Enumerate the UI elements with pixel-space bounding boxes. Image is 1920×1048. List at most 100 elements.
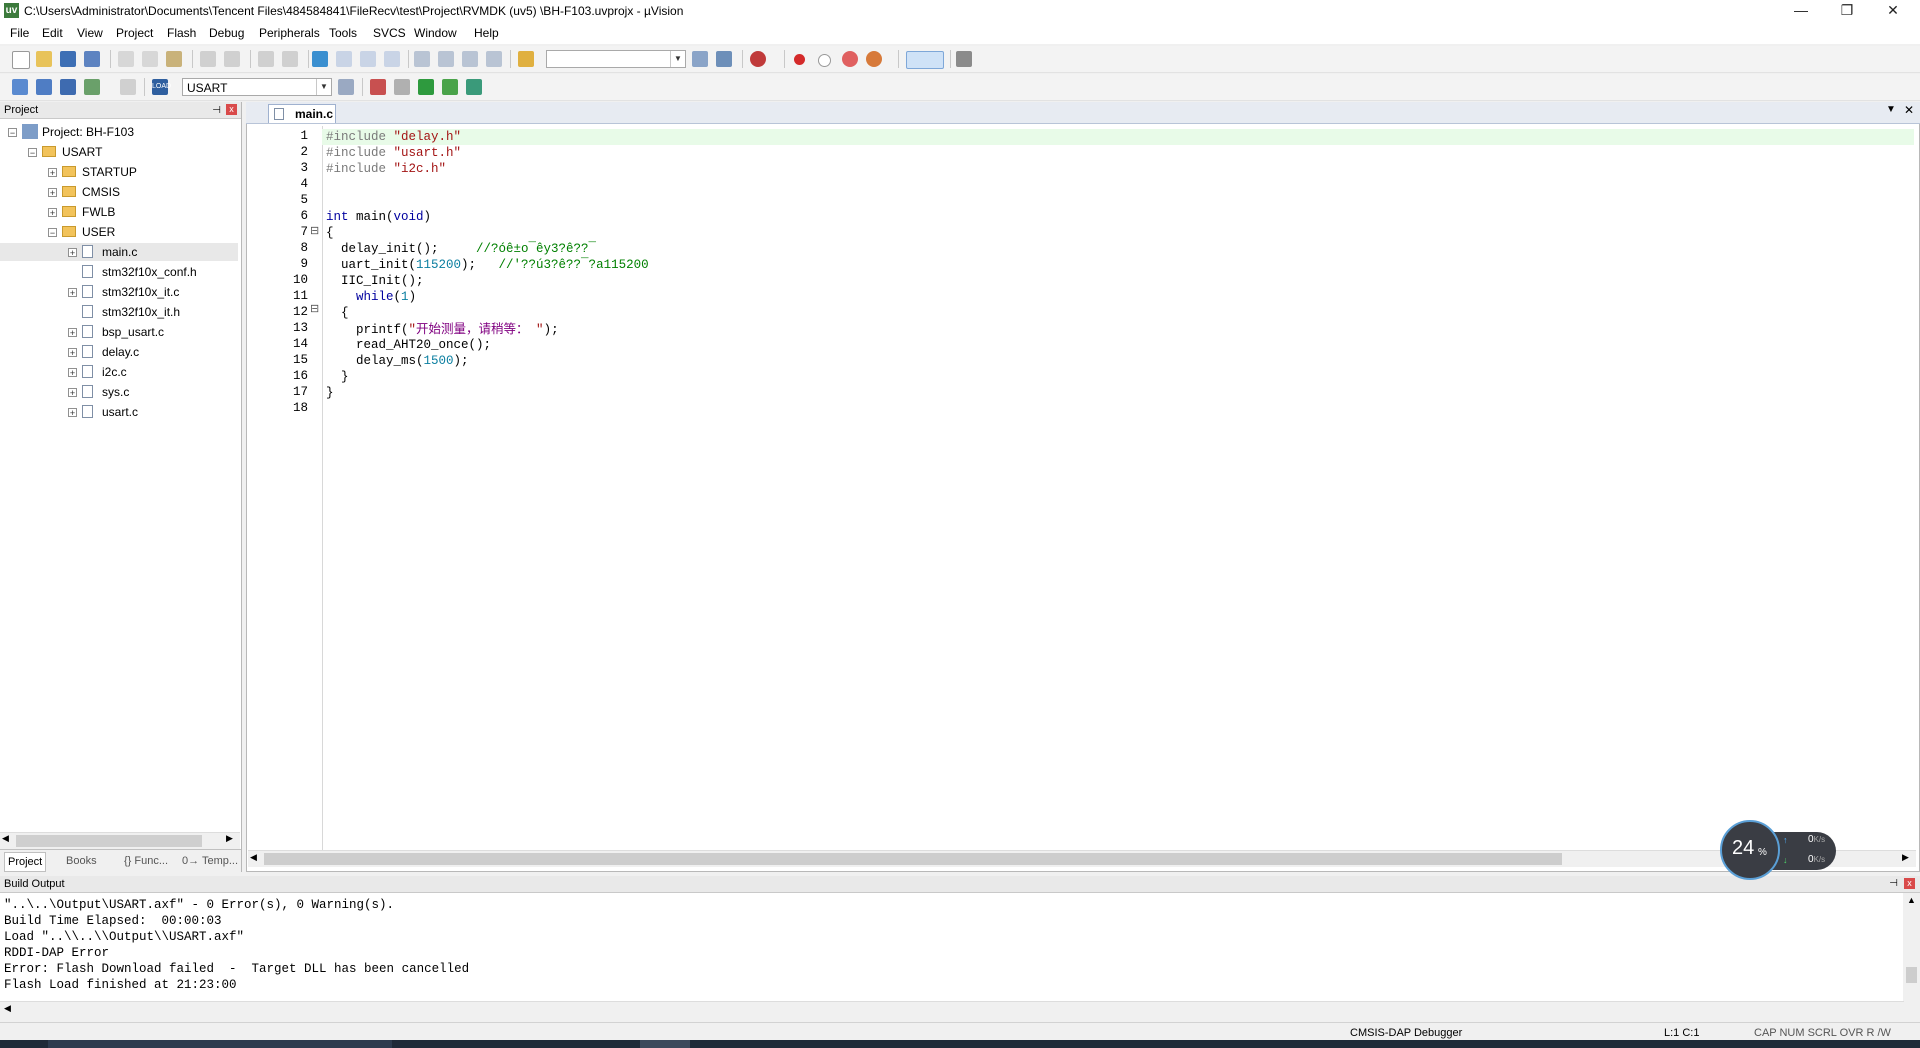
expand-icon[interactable]: + xyxy=(48,168,57,178)
close-button[interactable]: ✕ xyxy=(1870,0,1916,22)
expand-icon[interactable]: + xyxy=(68,288,77,298)
tree-node[interactable]: + usart.c xyxy=(0,403,238,421)
pack-installer-icon[interactable] xyxy=(442,79,458,95)
target-options-icon[interactable] xyxy=(338,79,354,95)
expand-icon[interactable]: + xyxy=(68,388,77,398)
tree-node[interactable]: + delay.c xyxy=(0,343,238,361)
select-packs-icon[interactable] xyxy=(418,79,434,95)
pin-icon[interactable]: ⊣ xyxy=(212,103,221,119)
new-file-icon[interactable] xyxy=(12,51,30,69)
breakpoint-disable-icon[interactable] xyxy=(818,54,831,67)
tree-node[interactable]: − USART xyxy=(0,143,238,161)
tree-node[interactable]: + STARTUP xyxy=(0,163,238,181)
tab-functions[interactable]: {} Func... xyxy=(124,852,168,870)
cut-icon[interactable] xyxy=(118,51,134,67)
find-icon[interactable] xyxy=(692,51,708,67)
redo-icon[interactable] xyxy=(224,51,240,67)
incremental-find-icon[interactable] xyxy=(716,51,732,67)
debug-session-icon[interactable] xyxy=(750,51,766,67)
build-output-hscrollbar[interactable]: ◀ xyxy=(0,1001,1904,1018)
tab-project[interactable]: Project xyxy=(4,852,47,872)
scroll-left-icon[interactable]: ◀ xyxy=(4,1003,11,1014)
tab-templates[interactable]: 0→ Temp... xyxy=(182,852,238,870)
tree-node[interactable]: + stm32f10x_it.c xyxy=(0,283,238,301)
maximize-button[interactable]: ❐ xyxy=(1824,0,1870,22)
uncomment-icon[interactable] xyxy=(486,51,502,67)
configure-icon[interactable] xyxy=(956,51,972,67)
breakpoint-kill-all-icon[interactable] xyxy=(866,51,882,67)
close-icon[interactable]: x xyxy=(226,104,237,115)
editor-pane[interactable] xyxy=(246,102,1920,872)
breakpoint-disable-all-icon[interactable] xyxy=(842,51,858,67)
build-output-text[interactable]: "..\..\Output\USART.axf" - 0 Error(s), 0… xyxy=(0,893,1904,1001)
scroll-left-icon[interactable]: ◀ xyxy=(250,852,257,863)
network-speed-widget[interactable]: 24 % ↑ ↓ 0K/s 0K/s xyxy=(1720,820,1840,882)
scroll-thumb[interactable] xyxy=(264,853,1562,865)
menu-file[interactable]: File xyxy=(10,26,29,40)
menu-window[interactable]: Window xyxy=(414,26,457,40)
bookmark-next-icon[interactable] xyxy=(360,51,376,67)
fold-toggle-icon[interactable]: ⊟ xyxy=(310,224,319,237)
run-time-env-icon[interactable] xyxy=(466,79,482,95)
collapse-icon[interactable]: − xyxy=(48,228,57,238)
scroll-thumb[interactable] xyxy=(1906,967,1917,983)
close-editor-icon[interactable]: ✕ xyxy=(1904,103,1914,117)
tree-node[interactable]: − USER xyxy=(0,223,238,241)
collapse-icon[interactable]: − xyxy=(28,148,37,158)
build-icon[interactable] xyxy=(36,79,52,95)
scroll-right-icon[interactable]: ▶ xyxy=(1902,852,1909,863)
paste-icon[interactable] xyxy=(166,51,182,67)
expand-icon[interactable]: + xyxy=(68,328,77,338)
collapse-icon[interactable]: − xyxy=(8,128,17,138)
scroll-right-icon[interactable]: ▶ xyxy=(226,833,233,844)
tree-node[interactable]: stm32f10x_it.h xyxy=(0,303,238,321)
translate-icon[interactable] xyxy=(12,79,28,95)
stop-build-icon[interactable] xyxy=(120,79,136,95)
pin-icon[interactable]: ⊣ xyxy=(1889,876,1898,892)
tab-books[interactable]: Books xyxy=(66,852,97,870)
menu-view[interactable]: View xyxy=(77,26,103,40)
bookmark-clear-icon[interactable] xyxy=(384,51,400,67)
build-output-vscrollbar[interactable]: ▲ xyxy=(1903,893,1920,1001)
expand-icon[interactable]: + xyxy=(68,348,77,358)
expand-icon[interactable]: + xyxy=(48,188,57,198)
expand-icon[interactable]: + xyxy=(68,248,77,258)
tree-node[interactable]: + FWLB xyxy=(0,203,238,221)
expand-icon[interactable]: + xyxy=(48,208,57,218)
menu-svcs[interactable]: SVCS xyxy=(373,26,406,40)
save-icon[interactable] xyxy=(60,51,76,67)
copy-icon[interactable] xyxy=(142,51,158,67)
fold-toggle-icon[interactable]: ⊟ xyxy=(310,302,319,315)
scroll-up-icon[interactable]: ▲ xyxy=(1907,895,1916,905)
tree-hscrollbar[interactable]: ◀ ▶ xyxy=(0,832,240,849)
save-all-icon[interactable] xyxy=(84,51,100,67)
tree-node[interactable]: − Project: BH-F103 xyxy=(0,123,238,141)
expand-icon[interactable]: + xyxy=(68,408,77,418)
taskbar-item[interactable] xyxy=(640,1040,690,1048)
download-icon[interactable]: LOAD xyxy=(152,79,171,95)
indent-icon[interactable] xyxy=(414,51,430,67)
comment-icon[interactable] xyxy=(462,51,478,67)
open-file-icon[interactable] xyxy=(36,51,52,67)
tree-node[interactable]: + CMSIS xyxy=(0,183,238,201)
file-extensions-icon[interactable] xyxy=(394,79,410,95)
menu-debug[interactable]: Debug xyxy=(209,26,244,40)
menu-edit[interactable]: Edit xyxy=(42,26,63,40)
bookmark-toggle-icon[interactable] xyxy=(312,51,328,67)
tree-node[interactable]: stm32f10x_conf.h xyxy=(0,263,238,281)
find-combo[interactable]: ▼ xyxy=(546,50,686,68)
taskbar-item[interactable] xyxy=(48,1040,392,1048)
tree-node[interactable]: + i2c.c xyxy=(0,363,238,381)
find-in-files-icon[interactable] xyxy=(518,51,534,67)
undo-icon[interactable] xyxy=(200,51,216,67)
tree-node[interactable]: + sys.c xyxy=(0,383,238,401)
chevron-down-icon[interactable]: ▼ xyxy=(316,79,331,95)
window-layout-icon[interactable] xyxy=(906,51,944,69)
chevron-down-icon[interactable]: ▼ xyxy=(670,51,685,67)
nav-forward-icon[interactable] xyxy=(282,51,298,67)
unindent-icon[interactable] xyxy=(438,51,454,67)
menu-project[interactable]: Project xyxy=(116,26,153,40)
tree-node[interactable]: + bsp_usart.c xyxy=(0,323,238,341)
tab-main-c[interactable]: main.c xyxy=(268,104,336,123)
expand-icon[interactable]: + xyxy=(68,368,77,378)
